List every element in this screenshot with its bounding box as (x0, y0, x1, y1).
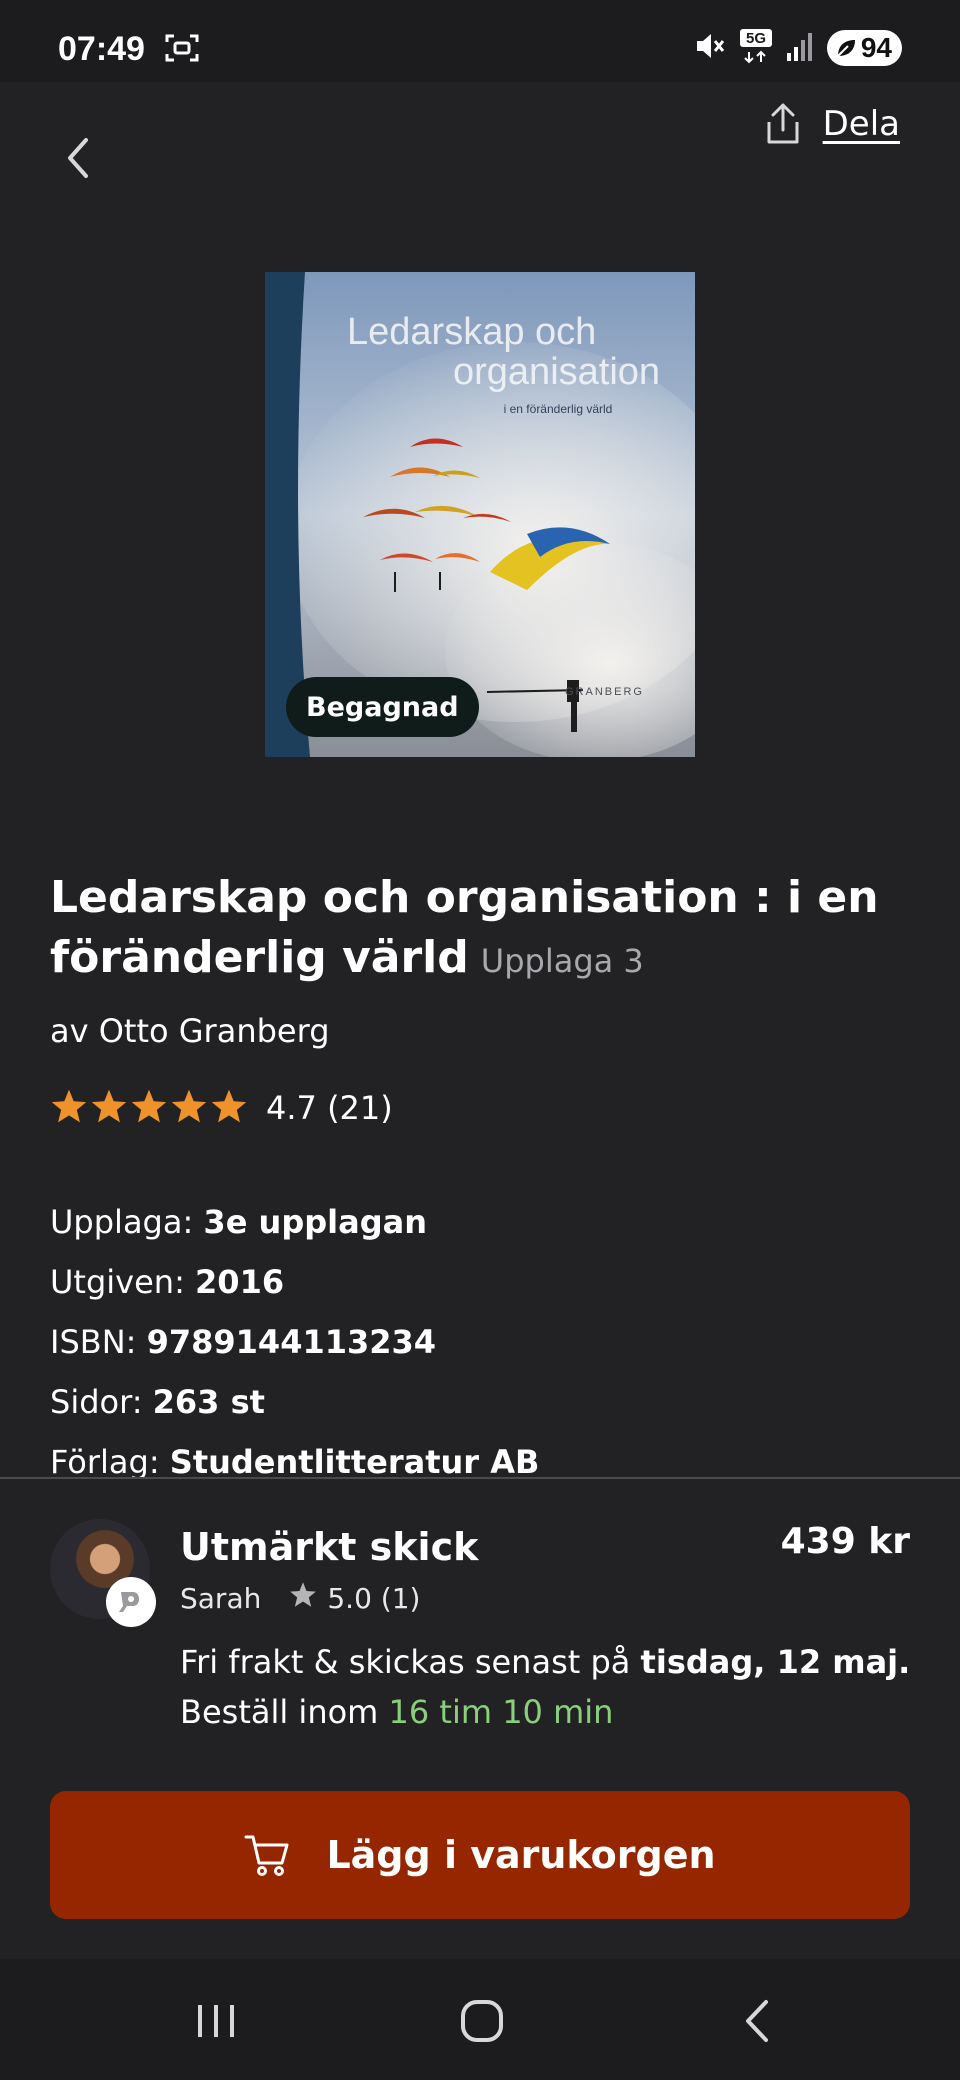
star-icon (210, 1088, 248, 1128)
cart-icon (244, 1835, 289, 1876)
cover-title-line2: organisation (453, 351, 660, 393)
back-arrow-icon (746, 2000, 768, 2042)
cover-subtitle: i en föränderlig värld (504, 402, 613, 416)
cover-author-mark: GRANBERG (565, 686, 644, 698)
star-icon (50, 1088, 88, 1128)
condition-badge: Begagnad (286, 677, 479, 737)
seller-name: Sarah (180, 1581, 262, 1615)
seller-rating: 5.0 (1) (327, 1581, 421, 1615)
edition-label: Upplaga 3 (480, 942, 644, 980)
recent-apps-button[interactable] (194, 1999, 238, 2047)
add-to-cart-button[interactable]: Lägg i varukorgen (50, 1791, 910, 1919)
status-time: 07:49 (58, 30, 145, 68)
home-icon (461, 2000, 503, 2042)
network-5g-icon: 5G (739, 28, 773, 68)
recent-apps-icon (198, 2005, 234, 2037)
star-icon (170, 1088, 208, 1128)
leaf-icon (837, 40, 855, 57)
share-icon (767, 103, 799, 144)
top-bar: Dela (0, 82, 960, 222)
seller-badge-icon (106, 1577, 156, 1627)
detail-sidor-value: 263 st (152, 1383, 265, 1421)
chevron-left-icon (68, 138, 88, 178)
book-title-block: Ledarskap och organisation : i en föränd… (50, 868, 910, 991)
add-to-cart-label: Lägg i varukorgen (326, 1833, 716, 1877)
rating-text: 4.7 (21) (266, 1089, 393, 1127)
signal-icon (786, 31, 813, 65)
rating-row[interactable]: 4.7 (21) (50, 1088, 393, 1128)
cover-title-line1: Ledarskap och (347, 311, 596, 353)
share-button[interactable]: Dela (763, 102, 900, 146)
detail-upplaga: Upplaga: 3e upplagan (50, 1203, 427, 1241)
mute-icon (693, 31, 725, 65)
system-back-button[interactable] (736, 1999, 780, 2047)
status-bar: 07:49 5G 94 (0, 0, 960, 82)
detail-sidor: Sidor: 263 st (50, 1383, 265, 1421)
offer-condition: Utmärkt skick (180, 1525, 479, 1569)
shipping-date: tisdag, 12 maj. (640, 1643, 911, 1681)
order-countdown: 16 tim 10 min (388, 1693, 614, 1731)
screen-record-icon (165, 33, 199, 67)
detail-forlag-value: Studentlitteratur AB (169, 1443, 540, 1481)
offer-panel: Utmärkt skick 439 kr Sarah 5.0 (1) Fri f… (0, 1479, 960, 1959)
detail-utgiven-value: 2016 (195, 1263, 285, 1301)
order-deadline: Beställ inom 16 tim 10 min (180, 1693, 614, 1731)
svg-text:5G: 5G (746, 30, 766, 47)
book-details: Upplaga: 3e upplagan Utgiven: 2016 ISBN:… (50, 1198, 539, 1498)
book-title: Ledarskap och organisation : i en föränd… (50, 872, 879, 983)
detail-isbn-value: 9789144113234 (146, 1323, 437, 1361)
share-label: Dela (822, 104, 900, 144)
detail-isbn: ISBN: 9789144113234 (50, 1323, 437, 1361)
battery-level: 94 (860, 32, 892, 63)
star-icon (130, 1088, 168, 1128)
offer-price: 439 kr (780, 1521, 910, 1562)
seller-info[interactable]: Sarah 5.0 (1) (180, 1581, 420, 1615)
author-link[interactable]: av Otto Granberg (50, 1012, 330, 1050)
detail-utgiven: Utgiven: 2016 (50, 1263, 285, 1301)
system-nav-bar (0, 1959, 960, 2080)
shipping-info: Fri frakt & skickas senast på tisdag, 12… (180, 1643, 911, 1681)
home-button[interactable] (460, 1999, 504, 2047)
battery-indicator: 94 (826, 30, 902, 66)
back-button[interactable] (58, 130, 98, 186)
star-icon (289, 1581, 317, 1615)
star-icon (90, 1088, 128, 1128)
detail-upplaga-value: 3e upplagan (203, 1203, 427, 1241)
